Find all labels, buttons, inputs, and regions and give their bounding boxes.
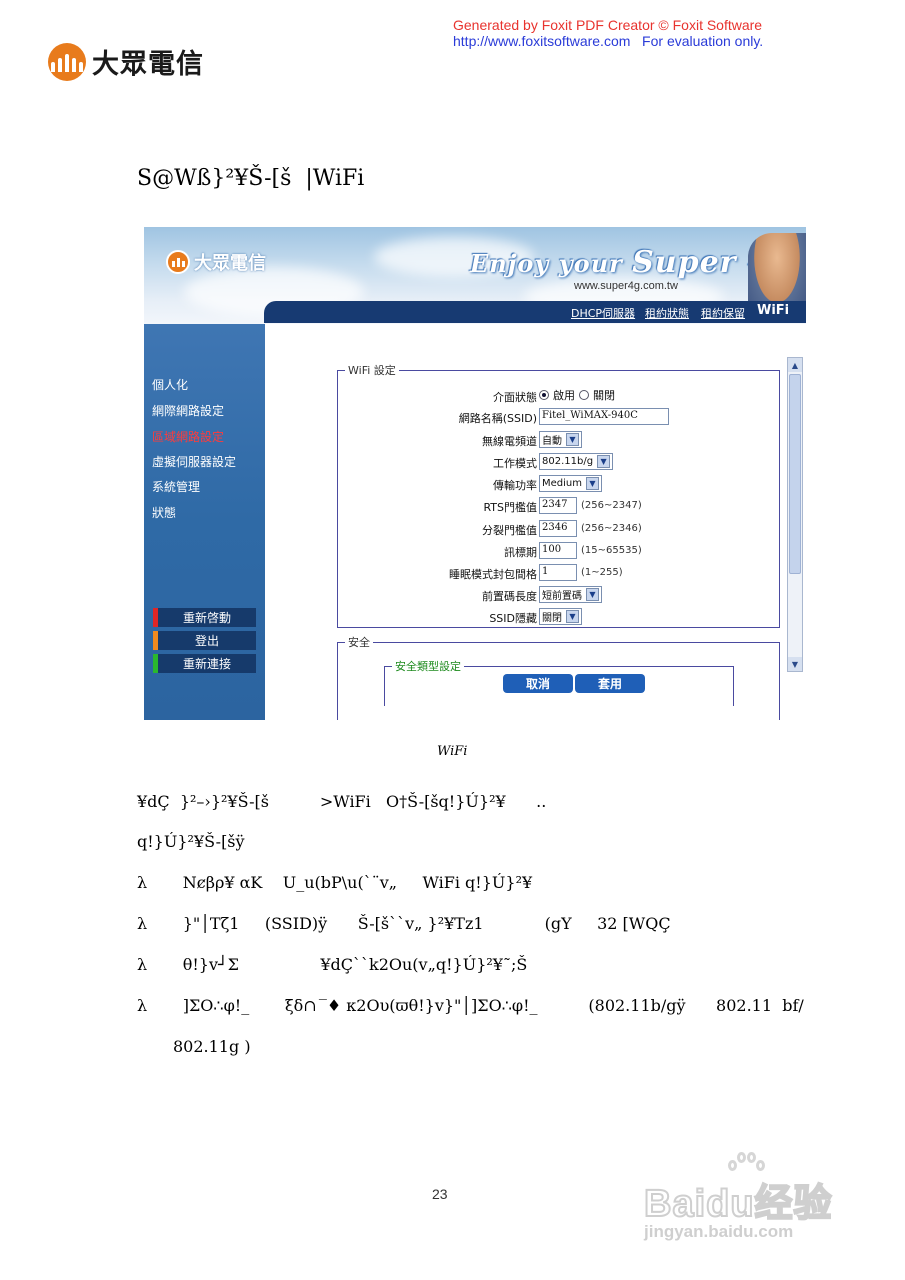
watermark-brand: Baidu经验	[643, 1182, 833, 1226]
interface-disable-radio[interactable]	[579, 390, 589, 400]
chevron-down-icon: ▼	[586, 477, 599, 490]
section-heading: S@Wß}²¥Š-[š |WiFi	[137, 166, 365, 191]
scroll-thumb[interactable]	[789, 374, 801, 574]
router-sidebar: 個人化 網際網路設定 區域網路設定 虛擬伺服器設定 系統管理 狀態 重新啓動 登…	[144, 324, 265, 720]
paragraph-2: q!}Ú}²¥Š-[šÿ	[137, 832, 245, 851]
chevron-down-icon: ▼	[566, 610, 579, 623]
scroll-up-icon[interactable]: ▲	[788, 358, 802, 372]
security-type-legend: 安全類型設定	[392, 658, 464, 674]
sidebar-item-virtual-server[interactable]: 虛擬伺服器設定	[152, 453, 236, 470]
sidebar-item-personalize[interactable]: 個人化	[152, 376, 188, 393]
router-url: www.super4g.com.tw	[574, 280, 678, 292]
mode-select[interactable]: 802.11b/g ▼	[539, 453, 614, 470]
page-number: 23	[432, 1186, 448, 1202]
row-fragment: 分裂門檻值 2346 (256~2346)	[482, 520, 642, 537]
sidebar-item-status[interactable]: 狀態	[152, 504, 176, 521]
row-power: 傳輸功率 Medium ▼	[265, 475, 806, 493]
paragraph-1: ¥dÇ }²–›}²¥Š-[š >WiFi O†Š-[šq!}Ú}²¥ ..	[137, 792, 547, 811]
wifi-settings-legend: WiFi 設定	[345, 362, 399, 378]
router-banner: 大眾電信 Enjoy your Super 4G www.super4g.com…	[144, 227, 806, 324]
reboot-button[interactable]: 重新啓動	[153, 608, 256, 627]
chevron-down-icon: ▼	[597, 455, 611, 468]
watermark-url: jingyan.baidu.com	[644, 1222, 794, 1241]
power-select[interactable]: Medium ▼	[539, 475, 602, 492]
row-ssid-hide: SSID隱藏 關閉 ▼	[265, 608, 806, 626]
fragment-input[interactable]: 2346	[539, 520, 577, 537]
security-legend: 安全	[345, 634, 373, 650]
rts-input[interactable]: 2347	[539, 497, 577, 514]
interface-enable-radio[interactable]	[539, 390, 549, 400]
logo-text: 大眾電信	[92, 49, 204, 80]
figure-caption: WiFi	[437, 744, 468, 759]
router-content: WiFi 設定 介面狀態 啟用 關閉 網路名稱(SSID) Fitel_WiMA…	[265, 324, 806, 720]
baidu-watermark: Baidu经验 jingyan.baidu.com	[640, 1150, 860, 1250]
row-ssid: 網路名稱(SSID) Fitel_WiMAX-940C	[265, 408, 806, 426]
logo-mark-icon	[48, 42, 86, 81]
foxit-line-2: http://www.foxitsoftware.com For evaluat…	[453, 33, 764, 49]
row-preamble: 前置碼長度 短前置碼 ▼	[265, 586, 806, 604]
row-mode: 工作模式 802.11b/g ▼	[265, 453, 806, 471]
chevron-down-icon: ▼	[586, 588, 599, 601]
router-brand-text: 大眾電信	[194, 253, 266, 274]
bullet-item: λ ]ΣO∴φ!_ ξδ∩ ̅♦ κ2Oυ(ϖθ!}v}"│]ΣO∴φ!_ (8…	[137, 996, 804, 1015]
bullet-continuation: 802.11g )	[173, 1037, 251, 1056]
preamble-select[interactable]: 短前置碼 ▼	[539, 586, 602, 603]
foxit-evaluation-notice: Generated by Foxit PDF Creator © Foxit S…	[453, 17, 763, 49]
apply-button[interactable]: 套用	[575, 674, 645, 693]
router-logo-mark-icon	[166, 250, 190, 274]
dtim-input[interactable]: 1	[539, 564, 577, 581]
router-ui-screenshot: 大眾電信 Enjoy your Super 4G www.super4g.com…	[144, 227, 806, 720]
row-dtim: 睡眠模式封包間格 1 (1~255)	[449, 564, 623, 581]
bullet-item: λ }"│Tζ1 (SSID)ÿ Š-[š``v„ }²¥Tz1 (gY 32 …	[137, 914, 671, 933]
logout-button[interactable]: 登出	[153, 631, 256, 650]
cancel-button[interactable]: 取消	[503, 674, 573, 693]
channel-select[interactable]: 自動 ▼	[539, 431, 582, 448]
bullet-item: λ Nȼβρ¥ αK U_u(bP\u(`¨v„ WiFi q!}Ú}²¥	[137, 873, 533, 892]
foxit-line-1: Generated by Foxit PDF Creator © Foxit S…	[453, 17, 763, 33]
company-logo: 大眾電信	[48, 42, 204, 81]
router-nav-bar: DHCP伺服器 租約狀態 租約保留 WiFi	[264, 301, 806, 323]
sidebar-item-system[interactable]: 系統管理	[152, 478, 200, 495]
chevron-down-icon: ▼	[566, 433, 579, 446]
bullet-item: λ θ!}v┘Σ ¥dÇ``k2Ou(v„q!}Ú}²¥˜;Š	[137, 955, 528, 974]
row-interface-status: 介面狀態 啟用 關閉	[493, 389, 615, 404]
ssid-input[interactable]: Fitel_WiMAX-940C	[539, 408, 669, 425]
row-rts: RTS門檻值 2347 (256~2347)	[483, 497, 642, 514]
content-scrollbar[interactable]: ▲ ▼	[787, 357, 803, 672]
row-beacon: 訊標期 100 (15~65535)	[504, 542, 642, 559]
nav-lease-status[interactable]: 租約狀態	[645, 305, 689, 321]
router-brand-logo: 大眾電信	[166, 249, 266, 275]
nav-dhcp-server[interactable]: DHCP伺服器	[571, 305, 635, 321]
sidebar-item-internet[interactable]: 網際網路設定	[152, 402, 224, 419]
nav-wifi[interactable]: WiFi	[757, 303, 789, 318]
sidebar-item-lan[interactable]: 區域網路設定	[152, 428, 224, 445]
scroll-down-icon[interactable]: ▼	[788, 657, 802, 671]
row-channel: 無線電頻道 自動 ▼	[265, 431, 806, 449]
nav-lease-reserve[interactable]: 租約保留	[701, 305, 745, 321]
reconnect-button[interactable]: 重新連接	[153, 654, 256, 673]
ssid-hide-select[interactable]: 關閉 ▼	[539, 608, 582, 625]
beacon-input[interactable]: 100	[539, 542, 577, 559]
